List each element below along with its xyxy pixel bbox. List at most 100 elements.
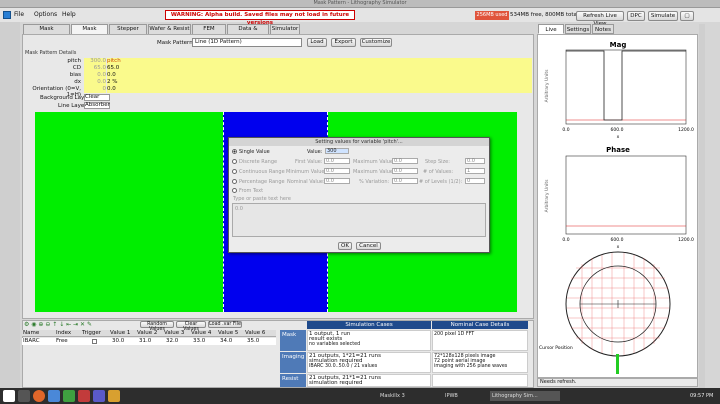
table-row[interactable]: IBARC Free 30.0 31.0 32.0 33.0 34.0 35.0: [22, 338, 276, 345]
tab-settings-right[interactable]: Settings: [565, 24, 591, 34]
tab-fem-control[interactable]: FEM Control: [192, 24, 226, 41]
tab-wafer-resist[interactable]: Wafer & Resist: [148, 24, 191, 34]
sim-case-line: no variables selected: [309, 342, 361, 347]
sim-header-cases: Simulation Cases: [307, 321, 431, 329]
param-input[interactable]: 65.0: [107, 65, 532, 72]
app-icon-yellow[interactable]: [108, 390, 120, 402]
pupil-diagram: [565, 251, 671, 357]
first-value-input[interactable]: 0.0: [324, 158, 350, 164]
export-button[interactable]: Export: [331, 38, 356, 47]
load-button[interactable]: Load: [307, 38, 327, 47]
terminal-icon[interactable]: [63, 390, 75, 402]
cell-value2: 31.0: [139, 338, 152, 344]
cell-name: IBARC: [23, 338, 40, 344]
line-layer-label: Line Layer: [58, 103, 87, 109]
param-row-pitch: pitch 300.0 pitch: [24, 58, 532, 65]
variation-input[interactable]: 0.0: [392, 178, 418, 184]
load-var-file-button[interactable]: Load .var File: [208, 321, 242, 328]
param-value: 0.0: [84, 79, 106, 86]
memory-total-text: 534MB free, 800MB total: [510, 12, 579, 18]
sim-detail-line: 200 pixel 1D FFT: [434, 332, 475, 337]
taskbar-task-2[interactable]: IPWB: [445, 391, 485, 401]
step-size-input[interactable]: 0.0: [465, 158, 485, 164]
param-value: 0.0: [84, 72, 106, 79]
col-value4: Value 4: [191, 330, 212, 336]
customize-button[interactable]: Customize: [360, 38, 392, 47]
ok-button[interactable]: OK: [338, 242, 352, 250]
taskbar-task-1[interactable]: Maskillx 3: [380, 391, 440, 401]
trigger-checkbox[interactable]: [92, 339, 97, 344]
tab-mask-technology[interactable]: Mask Technology: [23, 24, 70, 41]
sim-row-resist-label: Resist: [280, 374, 306, 387]
background-layer-select[interactable]: Clear: [84, 94, 110, 101]
taskbar-task-3[interactable]: Lithography Sim...: [490, 391, 560, 401]
min-value-input[interactable]: 0.0: [324, 168, 350, 174]
param-input[interactable]: 0.0: [107, 72, 532, 79]
col-value2: Value 2: [137, 330, 158, 336]
sim-row-resist-details: [432, 374, 528, 387]
tab-simulator[interactable]: Simulator: [270, 24, 300, 34]
random-values-button[interactable]: Random Values: [140, 321, 174, 332]
sim-row-imaging-cases: 21 outputs, 1*21=21 runs simulation requ…: [307, 352, 431, 373]
phase-ylabel: Arbitrary Units: [544, 179, 550, 213]
tab-stepper-setup[interactable]: Stepper Setup: [109, 24, 147, 41]
num-values-input[interactable]: 1: [465, 168, 485, 174]
window-title: Mask Pattern - Lithography Simulator: [313, 0, 407, 6]
firefox-icon[interactable]: [33, 390, 45, 402]
nominal-value-label: Nominal Value:: [287, 179, 325, 185]
tab-live-view[interactable]: Live View: [538, 24, 564, 43]
window-controls[interactable]: ▢: [680, 11, 694, 21]
levels-input[interactable]: 0: [465, 178, 485, 184]
mask-pattern-select[interactable]: Line (1D Pattern): [192, 38, 302, 47]
cell-value6: 35.0: [247, 338, 260, 344]
app-icon-red[interactable]: [78, 390, 90, 402]
discrete-range-label: Discrete Range: [239, 159, 278, 165]
from-text-radio[interactable]: [232, 188, 237, 193]
continuous-range-radio[interactable]: [232, 169, 237, 174]
percentage-range-radio[interactable]: [232, 179, 237, 184]
param-value: 0: [84, 86, 106, 93]
max-value-label: Maximum Value:: [353, 159, 395, 165]
dpc-button[interactable]: DPC: [627, 11, 645, 21]
tool-icons[interactable]: ⚙ ◉ ⊕ ⊖ ↑ ↓ ⇤ ⇥ ✕ ✎: [24, 321, 92, 328]
os-taskbar: Maskillx 3 IPWB Lithography Sim... 09:57…: [0, 388, 720, 404]
line-layer-select[interactable]: Absorber: [84, 102, 110, 109]
param-name: pitch: [67, 58, 81, 64]
mag-title: Mag: [610, 41, 627, 49]
tab-notes[interactable]: Notes: [592, 24, 614, 34]
app-icon: [3, 11, 11, 19]
os-start-icon[interactable]: [3, 390, 15, 402]
cell-value5: 34.0: [220, 338, 233, 344]
cell-value4: 33.0: [193, 338, 206, 344]
files-icon[interactable]: [48, 390, 60, 402]
param-row-bias: bias 0.0 0.0: [24, 72, 532, 79]
menu-options[interactable]: Options: [34, 11, 57, 18]
simulate-button[interactable]: Simulate: [648, 11, 678, 21]
clear-values-button[interactable]: Clear Values: [176, 321, 206, 332]
app-icon-purple[interactable]: [93, 390, 105, 402]
tab-mask-pattern[interactable]: Mask Pattern: [71, 24, 108, 41]
vertical-scrollbar[interactable]: [699, 24, 705, 388]
show-desktop-icon[interactable]: [18, 390, 30, 402]
single-value-radio[interactable]: [232, 149, 237, 154]
from-text-label: From Text: [239, 188, 264, 194]
nominal-value-input[interactable]: 0.0: [324, 178, 350, 184]
param-input[interactable]: 0.0: [107, 86, 532, 93]
single-value-input[interactable]: 300: [325, 148, 349, 154]
cancel-button[interactable]: Cancel: [356, 242, 381, 250]
phase-title: Phase: [606, 146, 630, 154]
refresh-live-view-button[interactable]: Refresh Live View: [576, 11, 624, 27]
paste-text-area[interactable]: 0.0: [232, 203, 486, 237]
sim-row-mask-label: Mask: [280, 330, 306, 351]
max-value-input-2[interactable]: 0.0: [392, 168, 418, 174]
tab-data-results[interactable]: Data & Results: [227, 24, 269, 41]
max-value-input[interactable]: 0.0: [392, 158, 418, 164]
param-input[interactable]: 2 %: [107, 79, 532, 86]
param-input[interactable]: pitch: [107, 58, 532, 65]
max-value-label-2: Maximum Value:: [353, 169, 395, 175]
variables-table: Name Index Trigger Value 1 Value 2 Value…: [22, 330, 276, 346]
menu-help[interactable]: Help: [62, 11, 76, 18]
menu-file[interactable]: File: [14, 11, 24, 18]
col-value6: Value 6: [245, 330, 266, 336]
discrete-range-radio[interactable]: [232, 159, 237, 164]
